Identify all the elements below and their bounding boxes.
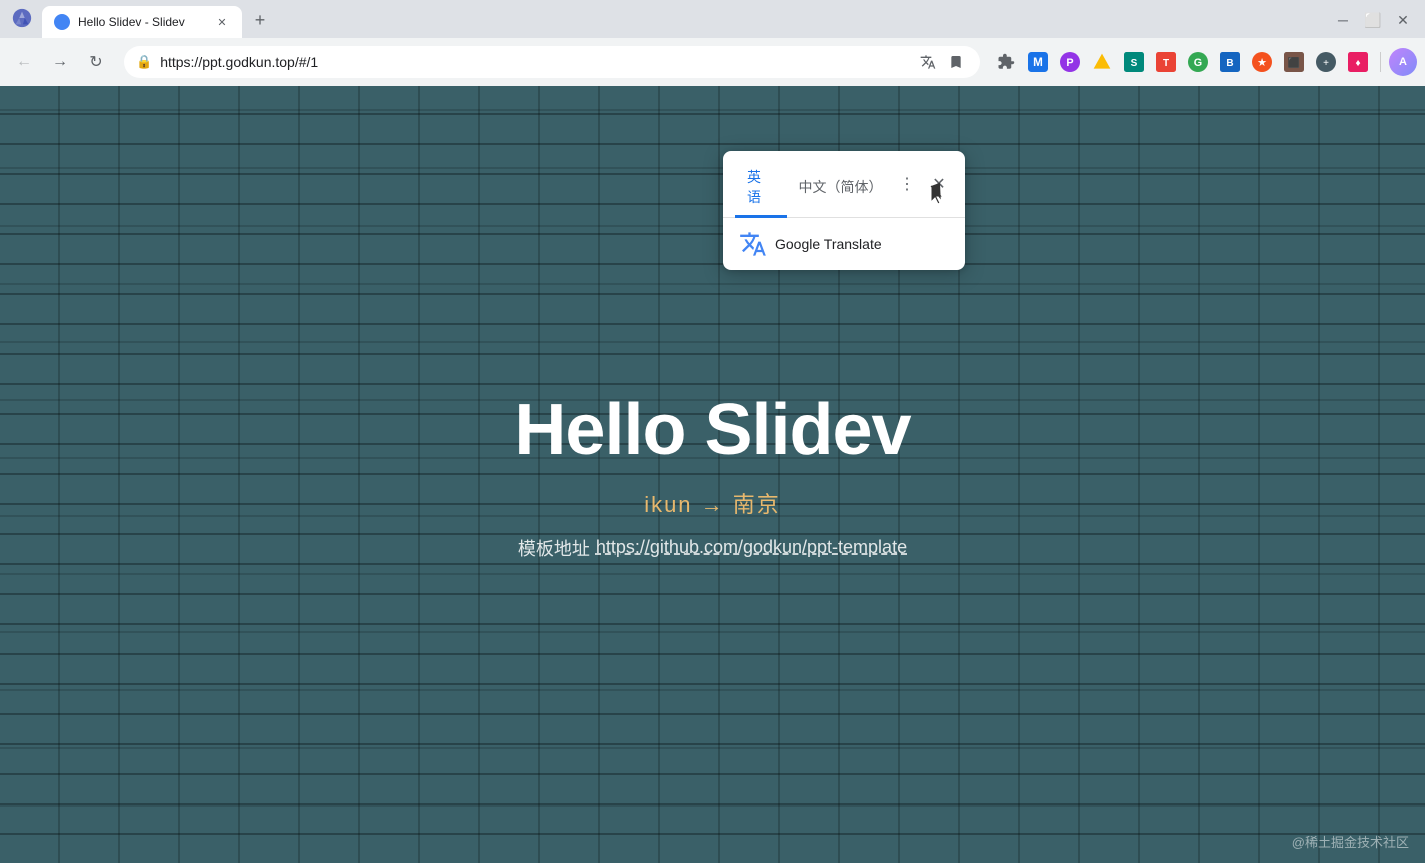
translate-page-icon[interactable]: [916, 50, 940, 74]
url-text: https://ppt.godkun.top/#/1: [160, 54, 908, 70]
tab-bar-close[interactable]: ✕: [1389, 6, 1417, 34]
translate-more-options[interactable]: ⋮: [893, 170, 921, 198]
svg-text:★: ★: [1257, 57, 1267, 69]
svg-text:♦: ♦: [1355, 58, 1360, 69]
tab-bar: Hello Slidev - Slidev ✕ + ─ ⬜ ✕: [0, 0, 1425, 38]
page-title: Hello Slidev: [514, 389, 910, 471]
profile-icon[interactable]: A: [1389, 48, 1417, 76]
translate-header-icons: ⋮ ✕: [893, 170, 953, 206]
svg-text:P: P: [1066, 57, 1073, 69]
ext-icon-6[interactable]: G: [1184, 48, 1212, 76]
svg-text:+: +: [1323, 58, 1329, 69]
ext-icon-7[interactable]: B: [1216, 48, 1244, 76]
reload-button[interactable]: ↻: [80, 46, 112, 78]
watermark: @稀土掘金技术社区: [1292, 832, 1409, 851]
ext-icon-1[interactable]: M: [1024, 48, 1052, 76]
ext-icon-2[interactable]: P: [1056, 48, 1084, 76]
svg-text:B: B: [1226, 58, 1233, 69]
tab-favicon: [54, 14, 70, 30]
ext-icon-5[interactable]: T: [1152, 48, 1180, 76]
link-label: 模板地址: [518, 535, 590, 561]
address-bar[interactable]: 🔒 https://ppt.godkun.top/#/1: [124, 46, 980, 78]
back-button[interactable]: ←: [8, 46, 40, 78]
ext-icon-10[interactable]: +: [1312, 48, 1340, 76]
ssl-lock-icon: 🔒: [136, 54, 152, 70]
page-link-row: 模板地址 https://github.com/godkun/ppt-templ…: [518, 535, 907, 561]
ext-icon-9[interactable]: ⬛: [1280, 48, 1308, 76]
browser-logo: [8, 4, 36, 32]
tab-title: Hello Slidev - Slidev: [78, 15, 206, 29]
bookmark-icon[interactable]: [944, 50, 968, 74]
svg-text:S: S: [1131, 58, 1138, 69]
page-subtitle: ikun → 南京: [644, 487, 781, 519]
ext-icon-8[interactable]: ★: [1248, 48, 1276, 76]
tab-close-button[interactable]: ✕: [214, 14, 230, 30]
tab-bar-right: ─ ⬜ ✕: [1329, 6, 1417, 34]
svg-text:G: G: [1194, 57, 1202, 69]
webpage-content: Hello Slidev ikun → 南京 模板地址 https://gith…: [0, 86, 1425, 863]
google-translate-logo: [739, 230, 767, 258]
browser-tab-active[interactable]: Hello Slidev - Slidev ✕: [42, 6, 242, 38]
forward-button[interactable]: →: [44, 46, 76, 78]
translate-tab-chinese[interactable]: 中文（简体）: [787, 169, 894, 208]
extensions-button[interactable]: [992, 48, 1020, 76]
new-tab-button[interactable]: +: [246, 6, 274, 34]
template-link[interactable]: https://github.com/godkun/ppt-template: [596, 537, 907, 558]
svg-text:T: T: [1163, 58, 1169, 69]
tab-bar-minimize[interactable]: ─: [1329, 6, 1357, 34]
ext-icon-3[interactable]: [1088, 48, 1116, 76]
translate-popup-body: Google Translate: [723, 218, 965, 270]
browser-frame: Hello Slidev - Slidev ✕ + ─ ⬜ ✕ ← → ↻ 🔒 …: [0, 0, 1425, 863]
translate-popup-header: 英语 中文（简体） ⋮ ✕: [723, 151, 965, 218]
tab-bar-restore[interactable]: ⬜: [1359, 6, 1387, 34]
page-main-content: Hello Slidev ikun → 南京 模板地址 https://gith…: [514, 389, 910, 561]
google-translate-popup: 英语 中文（简体） ⋮ ✕ Google Translate: [723, 151, 965, 270]
svg-text:⬛: ⬛: [1288, 56, 1300, 69]
ext-icon-4[interactable]: S: [1120, 48, 1148, 76]
nav-bar: ← → ↻ 🔒 https://ppt.godkun.top/#/1: [0, 38, 1425, 86]
translate-tab-english[interactable]: 英语: [735, 159, 787, 218]
translate-close-button[interactable]: ✕: [925, 170, 953, 198]
google-translate-label: Google Translate: [775, 236, 882, 252]
svg-text:M: M: [1033, 56, 1043, 69]
ext-icon-11[interactable]: ♦: [1344, 48, 1372, 76]
toolbar-divider: [1380, 52, 1381, 72]
nav-right-icons: M P S T G B ★ ⬛: [992, 48, 1417, 76]
